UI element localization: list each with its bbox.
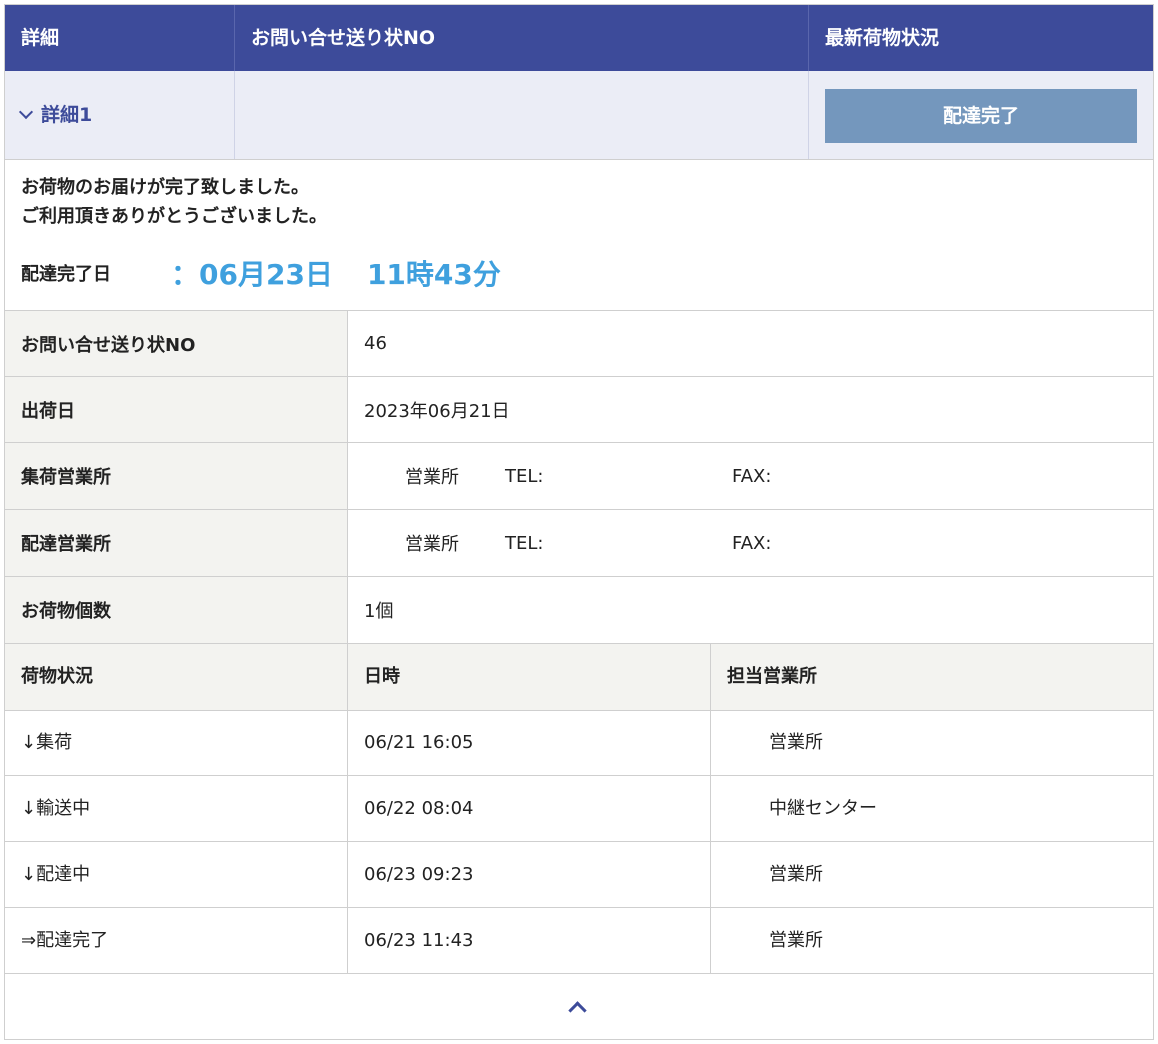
- delivery-office-name: 営業所: [405, 534, 459, 555]
- package-count-value: 1個: [364, 601, 394, 622]
- history-office: 営業所: [769, 930, 823, 951]
- history-datetime: 06/21 16:05: [348, 710, 711, 775]
- completed-label: 配達完了日: [21, 264, 111, 285]
- tracking-no-label: お問い合せ送り状NO: [5, 311, 348, 376]
- status-button[interactable]: 配達完了: [825, 89, 1137, 143]
- history-datetime: 06/22 08:04: [348, 776, 711, 841]
- history-datetime: 06/23 09:23: [348, 842, 711, 907]
- row-delivery-office: 配達営業所 営業所 TEL: FAX:: [5, 510, 1153, 577]
- pickup-office-name: 営業所: [405, 467, 459, 488]
- history-header-status: 荷物状況: [5, 644, 348, 710]
- detail-toggle-label: 詳細1: [41, 104, 93, 126]
- table-row: ↓配達中 06/23 09:23 営業所: [5, 842, 1153, 908]
- history-header: 荷物状況 日時 担当営業所: [5, 644, 1153, 711]
- history-datetime: 06/23 11:43: [348, 908, 711, 973]
- tracking-no-value: 46: [364, 333, 387, 354]
- table-header: 詳細 お問い合せ送り状NO 最新荷物状況: [5, 5, 1153, 71]
- delivery-office-tel: TEL:: [505, 532, 544, 554]
- pickup-office-label: 集荷営業所: [5, 443, 348, 509]
- tracking-result-panel: 詳細 お問い合せ送り状NO 最新荷物状況 詳細1 配達完了 お荷物のお届けが完了…: [4, 4, 1154, 1040]
- history-header-datetime: 日時: [348, 644, 711, 710]
- pickup-office-tel: TEL:: [505, 465, 544, 487]
- history-status: ↓配達中: [5, 842, 348, 907]
- history-status: ↓輸送中: [5, 776, 348, 841]
- table-row: ↓集荷 06/21 16:05 営業所: [5, 710, 1153, 776]
- history-office: 中継センター: [769, 798, 877, 819]
- ship-date-label: 出荷日: [5, 377, 348, 442]
- completed-date: ：06月23日: [171, 258, 333, 291]
- table-row: ↓輸送中 06/22 08:04 中継センター: [5, 776, 1153, 842]
- delivery-office-fax: FAX:: [732, 532, 772, 554]
- table-row: ⇒配達完了 06/23 11:43 営業所: [5, 908, 1153, 974]
- row-package-count: お荷物個数 1個: [5, 577, 1153, 644]
- row-ship-date: 出荷日 2023年06月21日: [5, 377, 1153, 443]
- ship-date-value: 2023年06月21日: [364, 400, 510, 422]
- completed-datetime: ：06月23日 11時43分: [171, 255, 501, 295]
- detail-toggle[interactable]: 詳細1: [18, 71, 93, 159]
- delivery-office-value: 営業所 TEL: FAX:: [348, 510, 1153, 576]
- message-line-2: ご利用頂きありがとうございました。: [21, 206, 327, 227]
- history-header-office: 担当営業所: [727, 666, 817, 687]
- history-status: ⇒配達完了: [5, 908, 348, 973]
- summary-tracking-no-cell: [235, 71, 809, 159]
- header-latest-status: 最新荷物状況: [825, 27, 940, 49]
- collapse-footer: [5, 974, 1153, 1039]
- history-office: 営業所: [769, 732, 823, 753]
- pickup-office-value: 営業所 TEL: FAX:: [348, 443, 1153, 509]
- package-count-label: お荷物個数: [5, 577, 348, 643]
- summary-row: 詳細1 配達完了: [5, 71, 1153, 160]
- delivery-message: お荷物のお届けが完了致しました。 ご利用頂きありがとうございました。: [21, 173, 1121, 231]
- chevron-down-icon: [18, 104, 34, 120]
- header-tracking-no: お問い合せ送り状NO: [235, 5, 809, 71]
- delivery-office-label: 配達営業所: [5, 510, 348, 576]
- history-status: ↓集荷: [5, 710, 348, 775]
- history-office: 営業所: [769, 864, 823, 885]
- summary-detail-cell: 詳細1: [5, 71, 235, 159]
- chevron-up-icon[interactable]: [568, 1001, 587, 1020]
- row-tracking-no: お問い合せ送り状NO 46: [5, 311, 1153, 377]
- message-line-1: お荷物のお届けが完了致しました。: [21, 177, 309, 198]
- row-pickup-office: 集荷営業所 営業所 TEL: FAX:: [5, 443, 1153, 510]
- completed-time: 11時43分: [366, 258, 501, 291]
- header-detail: 詳細: [5, 5, 235, 71]
- pickup-office-fax: FAX:: [732, 465, 772, 487]
